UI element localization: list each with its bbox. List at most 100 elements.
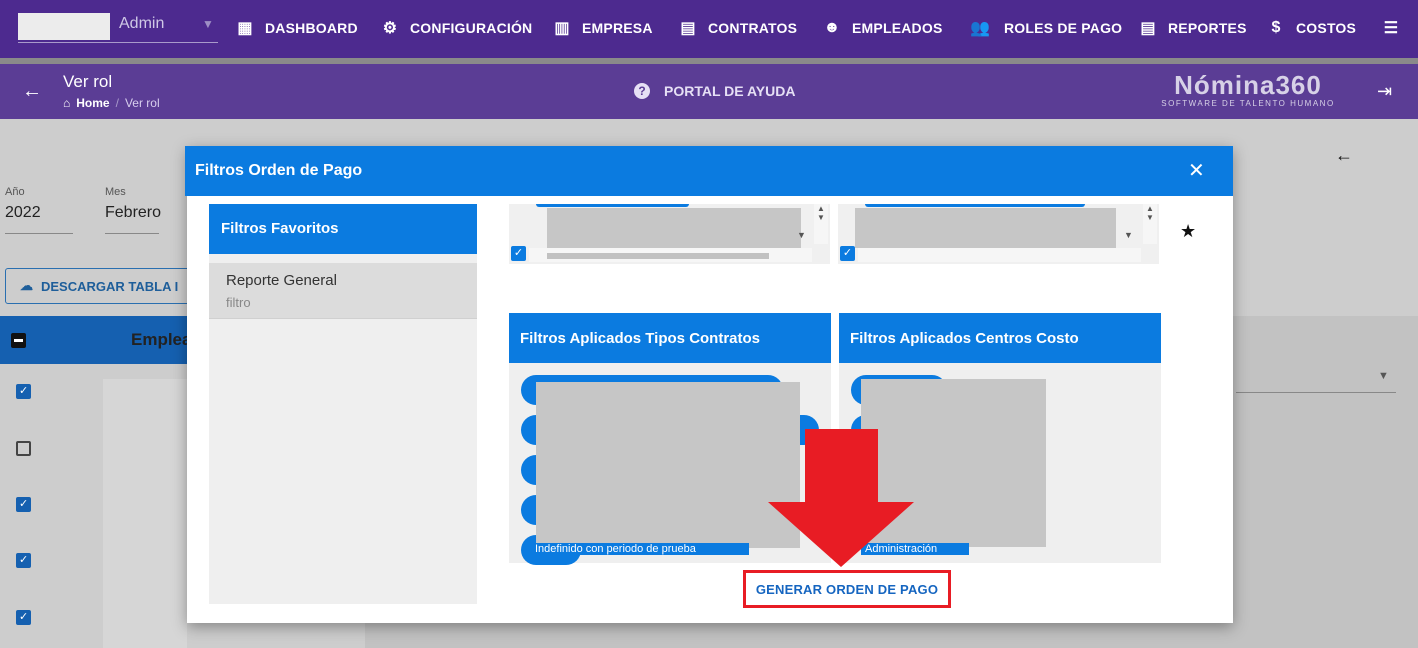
dashboard-icon: ▦: [237, 20, 253, 37]
nav-empleados[interactable]: ☻ EMPLEADOS: [822, 17, 942, 39]
payment-order-filters-dialog: Filtros Orden de Pago ✕ Filtros Favorito…: [185, 146, 1233, 623]
nav-label: DASHBOARD: [265, 20, 358, 36]
applied-cost-centers-title: Filtros Aplicados Centros Costo: [850, 330, 1079, 347]
nav-label: CONTRATOS: [708, 20, 798, 36]
user-role: Admin: [119, 15, 165, 32]
list-icon: ☰: [1383, 20, 1399, 37]
nav-label: EMPRESA: [582, 20, 653, 36]
report-icon: ▤: [1140, 20, 1156, 37]
applied-cost-centers-header: Filtros Aplicados Centros Costo: [839, 313, 1161, 363]
favorite-filters-header: Filtros Favoritos: [209, 204, 477, 254]
nav-dashboard[interactable]: ▦ DASHBOARD: [235, 17, 358, 39]
applied-contract-types-header: Filtros Aplicados Tipos Contratos: [509, 313, 831, 363]
breadcrumb: ⌂ Home / Ver rol: [63, 96, 160, 110]
horizontal-scrollbar[interactable]: [529, 248, 812, 262]
year-label: Año: [5, 186, 25, 198]
breadcrumb-home[interactable]: Home: [76, 96, 109, 110]
brand-logo: Nómina360 SOFTWARE DE TALENTO HUMANO: [1158, 70, 1338, 108]
table-header: Emplea: [0, 316, 192, 364]
month-field[interactable]: Mes Febrero: [105, 186, 162, 234]
column-header-employee: Emplea: [131, 330, 192, 349]
select-all-checkbox[interactable]: [11, 333, 26, 348]
favorite-filters-title: Filtros Favoritos: [221, 220, 339, 237]
cost-centers-select[interactable]: ▼ ▲ ▼ ✓: [838, 204, 1159, 264]
back-arrow-icon[interactable]: ←: [22, 80, 42, 103]
clipboard-icon: ▤: [680, 20, 696, 37]
nav-configuracion[interactable]: ⚙ CONFIGURACIÓN: [380, 17, 532, 39]
row-checkbox[interactable]: [16, 384, 31, 399]
row-checkbox[interactable]: [16, 610, 31, 625]
nav-reportes[interactable]: ▤ REPORTES: [1138, 17, 1247, 39]
contract-types-select[interactable]: ▼ ▲ ▼ ✓: [509, 204, 830, 264]
nav-label: ROLES DE PAGO: [1004, 20, 1123, 36]
chip-edge: [536, 204, 689, 207]
breadcrumb-separator: /: [115, 96, 119, 110]
row-checkbox[interactable]: [16, 497, 31, 512]
row-checkbox[interactable]: [16, 553, 31, 568]
help-portal-link[interactable]: ? PORTAL DE AYUDA: [634, 83, 795, 99]
vertical-scrollbar[interactable]: ▲ ▼: [1143, 204, 1157, 244]
gear-icon: ⚙: [382, 20, 398, 37]
row-checkbox[interactable]: [16, 441, 31, 456]
select-checkbox[interactable]: ✓: [840, 246, 855, 261]
chip-edge: [865, 204, 1085, 207]
favorite-filter-title: Reporte General: [226, 272, 337, 289]
vertical-scrollbar[interactable]: ▲ ▼: [814, 204, 828, 244]
top-navbar: Admin ▼ ▦ DASHBOARD ⚙ CONFIGURACIÓN ▥ EM…: [0, 0, 1418, 64]
brand-name: Nómina360: [1174, 70, 1322, 100]
select-underline: [1236, 392, 1396, 393]
filter-chip-label: Indefinido con periodo de prueba: [531, 543, 749, 555]
page-title: Ver rol: [63, 72, 113, 91]
download-table-button[interactable]: ☁ DESCARGAR TABLA I: [5, 268, 205, 304]
logout-icon[interactable]: ⇥: [1377, 81, 1392, 102]
redacted-selection: [547, 208, 801, 248]
favorite-filter-item[interactable]: Reporte General filtro: [209, 263, 477, 319]
face-icon: ☻: [823, 19, 841, 36]
chevron-down-icon: ▼: [202, 17, 214, 31]
brand-tagline: SOFTWARE DE TALENTO HUMANO: [1161, 99, 1335, 108]
nav-costos[interactable]: $ COSTOS: [1266, 17, 1356, 39]
generate-payment-order-button[interactable]: GENERAR ORDEN DE PAGO: [743, 570, 951, 608]
month-label: Mes: [105, 186, 126, 198]
scrollbar-thumb[interactable]: [547, 253, 769, 259]
user-name-redacted: [18, 13, 110, 40]
redacted-selection: [855, 208, 1116, 248]
breadcrumb-current: Ver rol: [124, 96, 160, 110]
dropdown-caret-icon[interactable]: ▼: [797, 230, 806, 240]
nav-label: CONFIGURACIÓN: [410, 20, 533, 36]
nav-label: REPORTES: [1168, 20, 1247, 36]
nav-roles-de-pago[interactable]: 👥 ROLES DE PAGO: [966, 17, 1122, 39]
dropdown-caret-icon[interactable]: ▼: [1124, 230, 1133, 240]
horizontal-scrollbar[interactable]: [858, 248, 1141, 262]
invoice-icon: $: [1271, 19, 1281, 36]
nav-label: COSTOS: [1296, 20, 1357, 36]
redacted-employee-names: [103, 379, 187, 648]
month-value: Febrero: [105, 204, 162, 221]
user-selector[interactable]: Admin ▼: [18, 13, 218, 43]
redacted-chips: [536, 382, 800, 548]
star-icon[interactable]: ★: [1180, 221, 1196, 242]
dropdown-caret-icon[interactable]: ▼: [1378, 370, 1389, 382]
nav-empresa[interactable]: ▥ EMPRESA: [552, 17, 653, 39]
field-underline: [105, 222, 159, 234]
year-value: 2022: [5, 204, 41, 221]
year-field[interactable]: Año 2022: [5, 186, 73, 234]
building-icon: ▥: [554, 20, 570, 37]
red-arrow-annotation: [768, 429, 914, 567]
download-label: DESCARGAR TABLA I: [41, 278, 179, 294]
field-underline: [5, 222, 73, 234]
select-checkbox[interactable]: ✓: [511, 246, 526, 261]
home-icon: ⌂: [63, 96, 71, 110]
help-icon: ?: [634, 83, 650, 99]
favorite-filter-subtitle: filtro: [226, 295, 251, 310]
nav-more[interactable]: ☰: [1381, 17, 1411, 39]
help-label: PORTAL DE AYUDA: [664, 83, 796, 99]
dialog-header: Filtros Orden de Pago ✕: [185, 146, 1233, 196]
dialog-title: Filtros Orden de Pago: [195, 162, 363, 179]
page-header: ← Ver rol ⌂ Home / Ver rol ? PORTAL DE A…: [0, 64, 1418, 119]
cloud-download-icon: ☁: [20, 278, 33, 293]
close-icon[interactable]: ✕: [1188, 158, 1205, 183]
back-arrow-icon[interactable]: ←: [1335, 145, 1353, 166]
nav-contratos[interactable]: ▤ CONTRATOS: [678, 17, 797, 39]
favorite-filters-panel: Filtros Favoritos Reporte General filtro: [209, 204, 477, 604]
